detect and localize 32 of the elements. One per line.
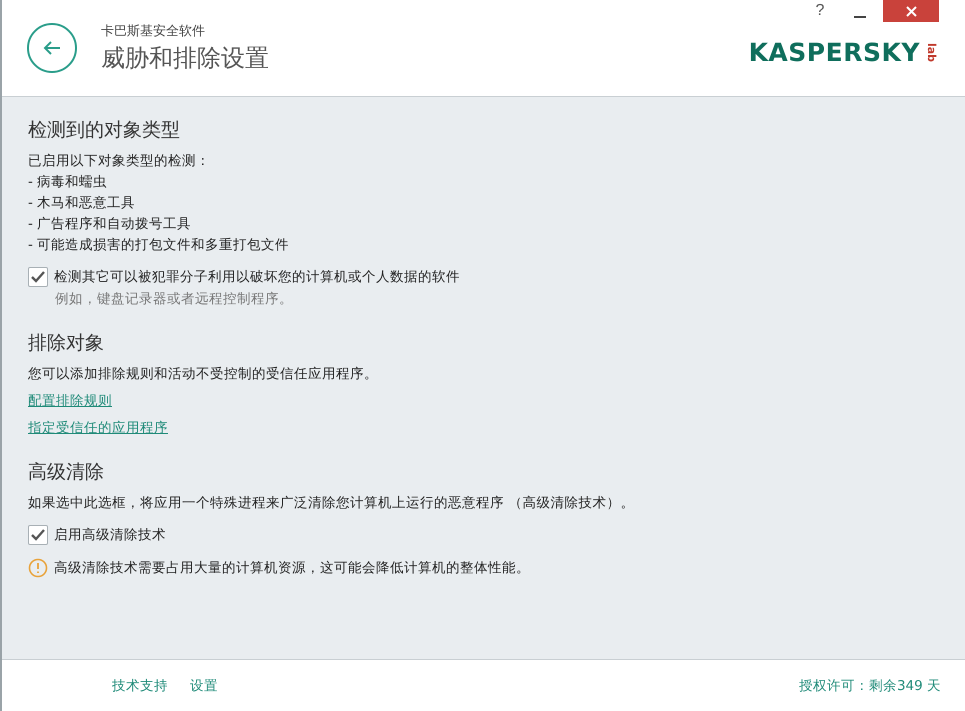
- footer-link[interactable]: 技术支持: [112, 676, 168, 694]
- back-button[interactable]: [27, 23, 77, 73]
- body-text: - 病毒和蠕虫: [28, 173, 108, 191]
- logo-suffix: lab: [924, 42, 938, 62]
- checkbox-label: 启用高级清除技术: [54, 526, 166, 544]
- body-text: - 可能造成损害的打包文件和多重打包文件: [28, 236, 290, 254]
- section-heading: 高级清除: [28, 460, 105, 485]
- link[interactable]: 指定受信任的应用程序: [28, 419, 168, 437]
- checkbox[interactable]: [28, 267, 48, 287]
- arrow-left-icon: [42, 40, 62, 56]
- app-name: 卡巴斯基安全软件: [101, 23, 206, 40]
- body-text: 如果选中此选框，将应用一个特殊进程来广泛清除您计算机上运行的恶意程序 （高级清除技术）。: [28, 494, 636, 512]
- close-icon: [906, 6, 916, 16]
- link[interactable]: 配置排除规则: [28, 392, 112, 410]
- close-button[interactable]: [883, 0, 939, 22]
- section-heading: 检测到的对象类型: [28, 118, 181, 143]
- body-text: 您可以添加排除规则和活动不受控制的受信任应用程序。: [28, 365, 379, 383]
- logo-text: KASPERSKY: [748, 38, 920, 67]
- checkbox[interactable]: [28, 525, 48, 545]
- section-heading: 排除对象: [28, 331, 105, 356]
- window-title: 威胁和排除设置: [101, 43, 269, 74]
- warning-icon: [28, 558, 48, 578]
- body-text: 已启用以下对象类型的检测：: [28, 152, 211, 170]
- license-link[interactable]: 授权许可：剩余349 天: [798, 676, 941, 694]
- body-text: - 木马和恶意工具: [28, 194, 136, 212]
- help-button[interactable]: ?: [805, 0, 835, 22]
- hint-text: 例如，键盘记录器或者远程控制程序。: [55, 290, 294, 308]
- minimize-icon: [854, 16, 866, 18]
- warning-text: 高级清除技术需要占用大量的计算机资源，这可能会降低计算机的整体性能。: [54, 559, 530, 577]
- checkbox-label: 检测其它可以被犯罪分子利用以破坏您的计算机或个人数据的软件: [54, 268, 460, 286]
- footer-link[interactable]: 设置: [190, 676, 218, 694]
- body-text: - 广告程序和自动拨号工具: [28, 215, 192, 233]
